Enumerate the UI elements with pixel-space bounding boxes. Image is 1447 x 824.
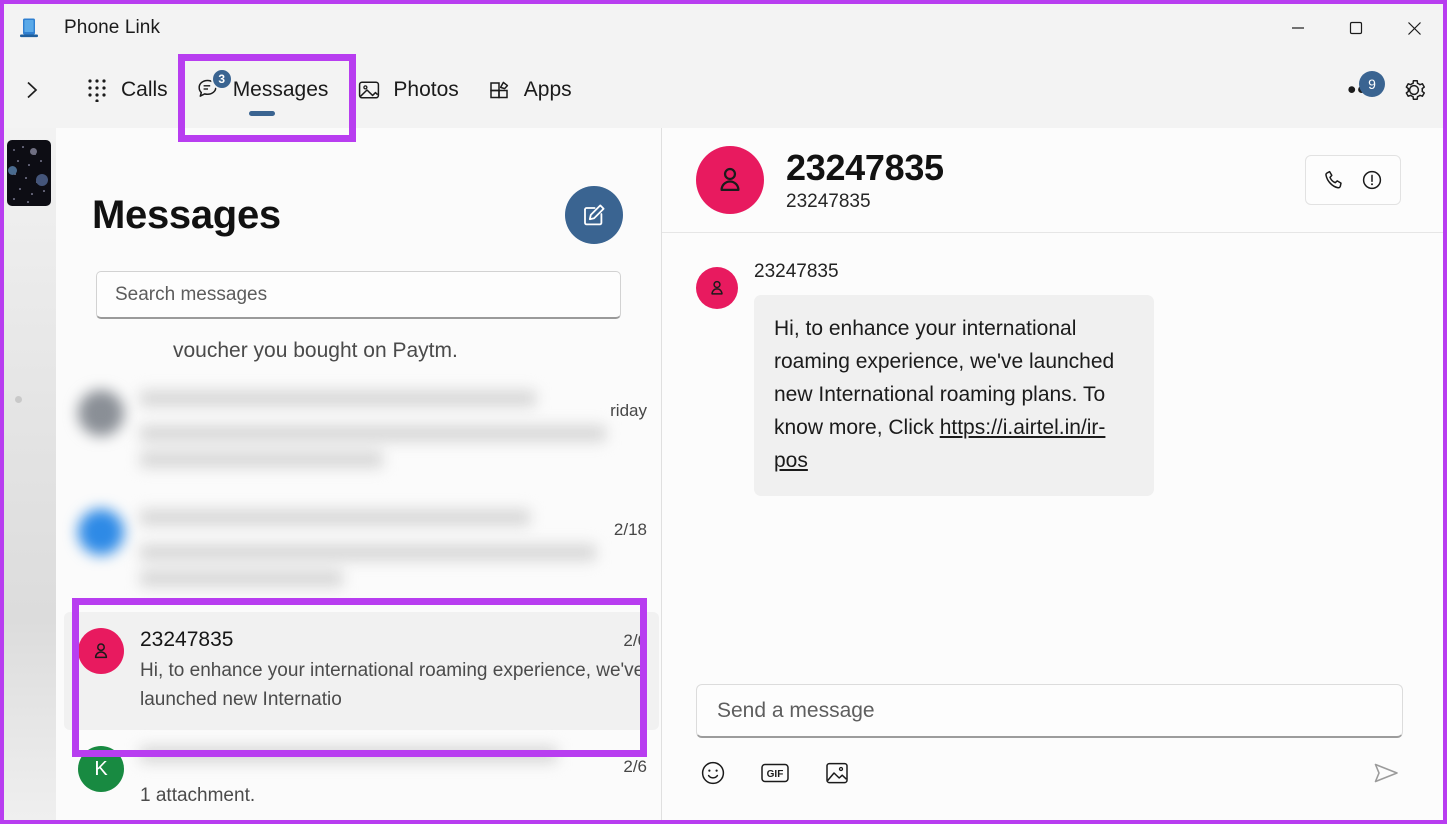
- tab-messages-label: Messages: [232, 78, 329, 101]
- strip-handle-dot: [15, 396, 22, 403]
- phone-icon: [1325, 170, 1342, 189]
- partial-conversation-preview: voucher you bought on Paytm.: [173, 339, 458, 362]
- conversation-date: 2/6: [623, 757, 647, 776]
- conversation-23247835[interactable]: 23247835 2/6 Hi, to enhance your interna…: [64, 612, 659, 730]
- info-button[interactable]: [1360, 168, 1384, 192]
- notification-count-badge: 9: [1359, 71, 1385, 97]
- search-input[interactable]: Search messages: [96, 271, 621, 319]
- composer-toolbar: GIF: [696, 756, 1403, 790]
- conversation-preview: 1 attachment.: [140, 785, 256, 806]
- image-button[interactable]: [820, 756, 854, 790]
- message-input-placeholder: Send a message: [717, 698, 875, 722]
- tab-apps[interactable]: Apps: [473, 52, 586, 128]
- chevron-right-icon[interactable]: [8, 79, 56, 101]
- message-avatar: [696, 267, 738, 309]
- avatar: [78, 628, 124, 674]
- send-arrow-icon: [1374, 763, 1398, 783]
- close-button[interactable]: [1385, 4, 1443, 52]
- conversation-preview: [140, 425, 647, 468]
- conversation-item-blurred-2[interactable]: 2/18: [64, 493, 659, 612]
- title-bar: Phone Link: [4, 4, 1443, 52]
- avatar: K: [78, 746, 124, 792]
- image-icon: [826, 762, 848, 784]
- conversation-preview: Hi, to enhance your international roamin…: [140, 660, 645, 710]
- phone-screen-preview[interactable]: [7, 140, 51, 206]
- message-composer: Send a message GIF: [662, 670, 1443, 820]
- gif-button[interactable]: GIF: [758, 756, 792, 790]
- tab-active-indicator: [249, 111, 276, 116]
- tab-calls[interactable]: Calls: [70, 52, 182, 128]
- conversation-list-pane: Messages Search messages voucher you bou…: [56, 128, 662, 820]
- gear-icon: [1405, 80, 1426, 100]
- tab-list: Calls 3 Messages Photos Apps: [70, 52, 586, 128]
- navigation-bar: Calls 3 Messages Photos Apps 9: [4, 52, 1443, 128]
- message-sender: 23247835: [754, 261, 839, 282]
- tab-messages[interactable]: 3 Messages: [182, 52, 343, 128]
- dialpad-icon: [84, 77, 110, 103]
- conversation-header-actions: [1305, 155, 1401, 205]
- phone-link-icon: [16, 15, 42, 41]
- tab-photos[interactable]: Photos: [342, 52, 472, 128]
- conversation-item-blurred-1[interactable]: riday: [64, 374, 659, 493]
- conversation-date: 2/18: [613, 520, 647, 539]
- message-thread: 23247835 Hi, to enhance your internation…: [662, 233, 1443, 670]
- conversation-name: 23247835: [140, 628, 234, 651]
- send-button[interactable]: [1369, 756, 1403, 790]
- emoji-button[interactable]: [696, 756, 730, 790]
- message-row: 23247835 Hi, to enhance your internation…: [696, 261, 1409, 496]
- person-icon: [711, 280, 723, 295]
- person-icon: [720, 167, 740, 192]
- conversation-list: riday 2/18 23247835 2/6 Hi, to enhance y…: [64, 374, 659, 820]
- contact-name: 23247835: [786, 147, 944, 188]
- tab-calls-label: Calls: [121, 78, 168, 101]
- navbar-right-actions: ••• 9: [1339, 52, 1437, 128]
- settings-button[interactable]: [1391, 67, 1437, 113]
- window-controls: [1269, 4, 1443, 52]
- tab-photos-label: Photos: [393, 78, 459, 101]
- phone-mirror-strip[interactable]: [4, 128, 56, 820]
- messages-unread-badge: 3: [210, 68, 233, 90]
- main-content: Messages Search messages voucher you bou…: [56, 128, 1443, 820]
- conversation-date: 2/6: [623, 631, 647, 650]
- message-input[interactable]: Send a message: [696, 684, 1403, 738]
- compose-message-icon: [584, 204, 605, 226]
- svg-text:GIF: GIF: [767, 769, 784, 780]
- gif-icon: GIF: [761, 763, 789, 783]
- more-options-button[interactable]: ••• 9: [1339, 67, 1385, 113]
- message-bubble-icon: 3: [196, 68, 233, 103]
- page-title: Messages: [92, 192, 281, 237]
- photo-icon: [356, 77, 382, 103]
- maximize-button[interactable]: [1327, 4, 1385, 52]
- person-icon: [94, 643, 108, 659]
- message-bubble[interactable]: Hi, to enhance your international roamin…: [754, 295, 1154, 496]
- list-pane-header: Messages: [56, 186, 661, 244]
- info-circle-icon: [1362, 170, 1382, 190]
- compose-message-button[interactable]: [565, 186, 623, 244]
- contact-info: 23247835 23247835: [786, 147, 1305, 213]
- conversation-item-blurred-3[interactable]: K 2/6 1 attachment.: [64, 730, 659, 820]
- phone-link-window: Phone Link Calls 3 Messages Photos Apps …: [0, 0, 1447, 824]
- avatar-initial: K: [94, 757, 108, 780]
- conversation-date: riday: [610, 401, 647, 420]
- conversation-header: 23247835 23247835: [662, 128, 1443, 233]
- call-button[interactable]: [1322, 168, 1346, 192]
- apps-grid-icon: [487, 77, 513, 103]
- window-title: Phone Link: [64, 17, 161, 38]
- contact-number: 23247835: [786, 191, 871, 212]
- search-placeholder: Search messages: [115, 283, 268, 305]
- avatar: [78, 509, 124, 555]
- avatar: [78, 390, 124, 436]
- minimize-button[interactable]: [1269, 4, 1327, 52]
- conversation-pane: 23247835 23247835 23247835 Hi, to enhanc…: [662, 128, 1443, 820]
- conversation-preview: [140, 544, 647, 587]
- tab-apps-label: Apps: [523, 78, 572, 101]
- contact-avatar: [696, 146, 764, 214]
- emoji-smiley-icon: [701, 761, 725, 785]
